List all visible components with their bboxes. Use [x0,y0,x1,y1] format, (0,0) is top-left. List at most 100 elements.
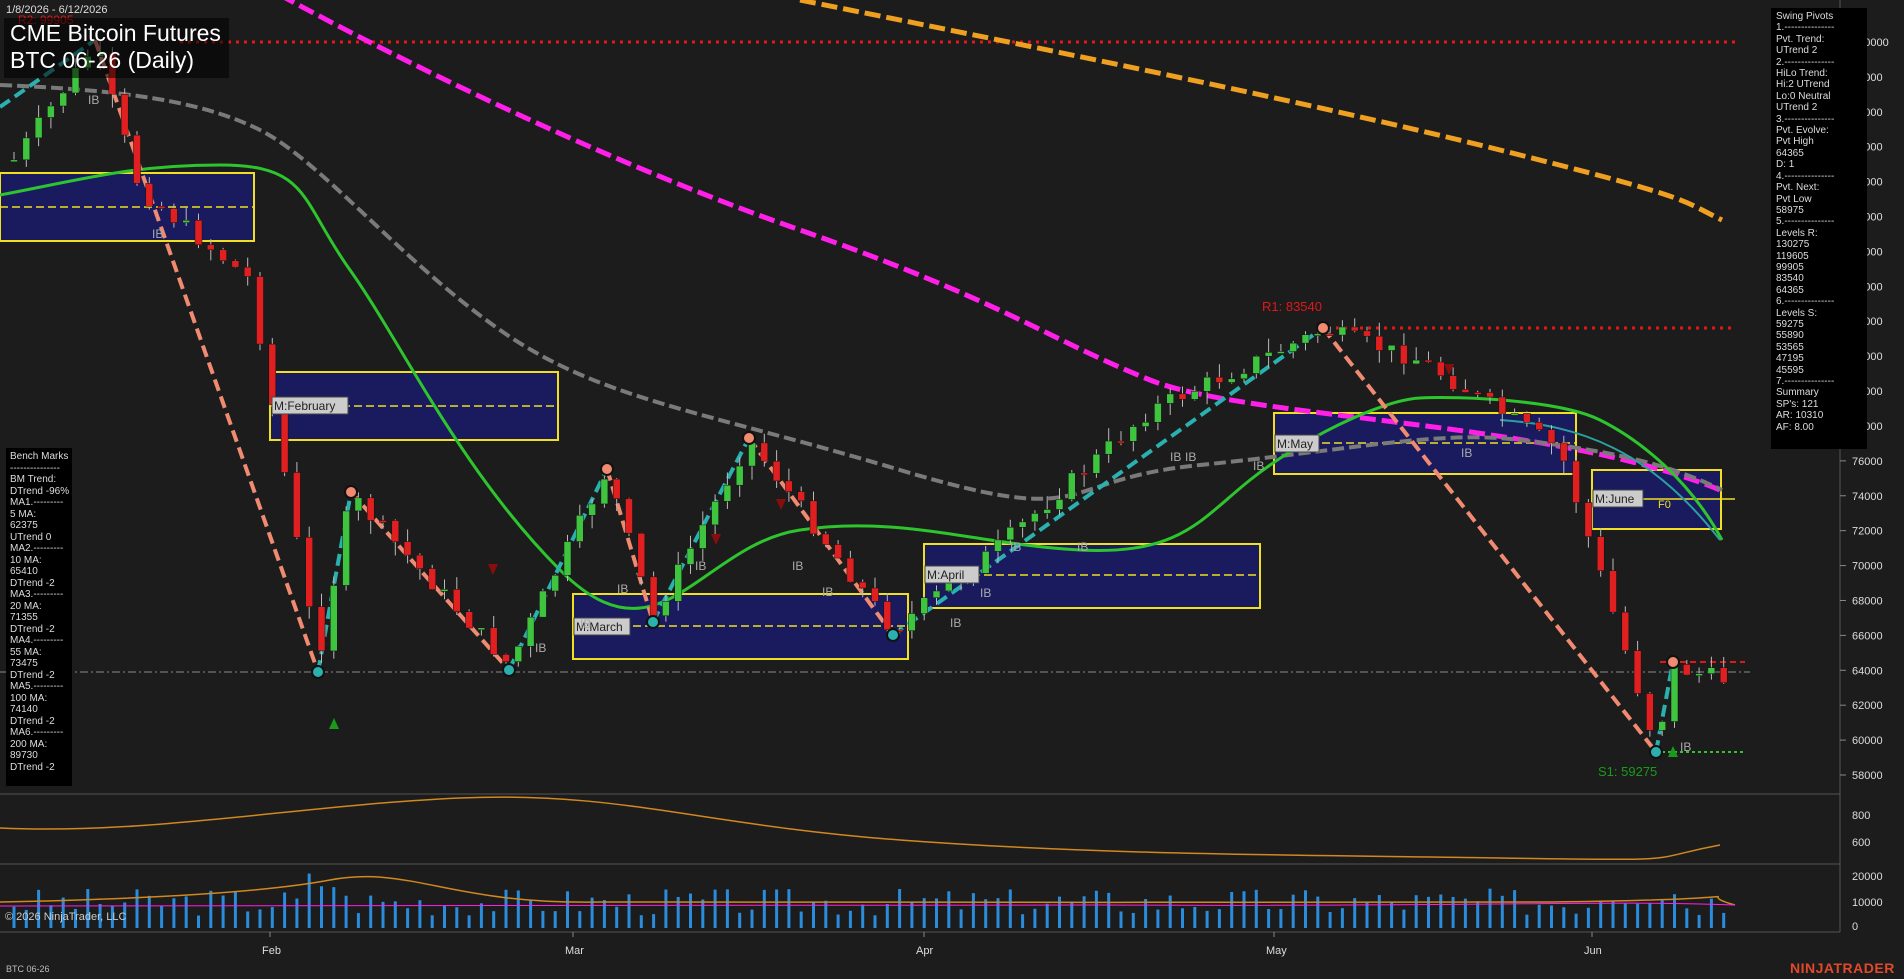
candle-body [1240,373,1248,380]
candle-body [1104,440,1113,455]
candle-body [1437,361,1445,376]
candle-body [403,541,412,556]
volume-bar [787,889,791,928]
swing-panel-line: 6.--------------- [1776,296,1835,308]
volume-bar [1525,914,1529,928]
volume-bar [1045,903,1049,928]
swing-panel-line: SP's: 121 [1776,398,1819,410]
swing-panel-line: HiLo Trend: [1776,68,1828,80]
candle-body [1572,460,1580,503]
pivot-high-marker [1316,321,1330,335]
bench-panel-line: 10 MA: [10,554,42,566]
pivot-high-marker [742,431,756,445]
candle-body [34,117,43,139]
swing-panel-line: Swing Pivots [1776,11,1834,22]
pivot-low-marker [502,663,516,677]
volume-bar [1328,912,1332,928]
volume-bar [775,889,779,928]
instrument-name: CME Bitcoin Futures [10,20,221,46]
bench-panel-line: 73475 [10,658,38,669]
candle-body [1646,693,1654,731]
price-tick-label: 68000 [1852,595,1883,607]
volume-bar [172,898,176,928]
volume-bar [320,886,323,928]
swing-panel-line: Levels S: [1776,307,1818,319]
candle-body [932,590,941,598]
volume-bar [443,905,446,928]
candle-body [1560,442,1568,462]
swing-panel-line: D: 1 [1776,159,1795,171]
candle-body [342,510,350,586]
volume-bar [1537,904,1541,928]
volume-bar [1291,894,1295,928]
volume-bar [1279,909,1283,928]
bench-panel-line: DTrend -2 [10,715,55,727]
volume-bar [1267,909,1271,928]
swing-panel-line: Pvt. Next: [1776,182,1820,194]
candle-body [686,548,695,565]
chart-title-box: CME Bitcoin Futures BTC 06-26 (Daily) [4,18,229,78]
volume-bar [160,905,164,928]
ib-label: IB [1077,540,1088,554]
volume-bar [233,891,237,928]
volume-bar [246,911,250,928]
candle-body [170,208,178,223]
volume-bar [1586,907,1590,928]
bench-panel-line: MA3.--------- [10,589,64,600]
candle-body [908,613,916,631]
candle-body [1523,413,1531,423]
candle-body [1018,521,1027,528]
volume-bar [135,889,139,928]
volume-bar [664,889,668,928]
swing-panel-line: 5.--------------- [1776,216,1835,228]
candle-body [231,260,240,268]
volume-bar [1550,905,1553,928]
swing-panel-line: Levels R: [1776,227,1818,239]
volume-bar [184,896,188,928]
swing-panel-line: Lo:0 Neutral [1776,90,1831,102]
time-tick-label: May [1266,945,1287,957]
volume-bar [1021,914,1025,928]
pivot-high-marker [1666,655,1680,669]
volume-bar [1094,890,1098,928]
candle-body [1449,375,1457,390]
swing-panel-line: 47195 [1776,353,1804,365]
volume-bar [1611,901,1615,928]
bench-marks-panel: Bench Marks --------------- BM Trend: DTren… [6,448,72,786]
candle-body [465,611,473,629]
box-label-april: M:April [927,568,964,582]
candle-body [243,266,252,277]
volume-bar [1599,900,1603,928]
symbol-label: BTC 06-26 [6,964,50,974]
candle-body [514,646,523,662]
volume-bar [1217,909,1221,928]
box-label-may: M:May [1277,437,1313,451]
time-tick-label: Apr [916,945,933,957]
candle-body [760,442,769,462]
candle-body [588,503,596,516]
volume-bar [1181,908,1184,928]
candle-body [120,93,129,136]
candle-body [1670,664,1679,722]
swing-panel-line: 59275 [1776,318,1804,330]
oscillator-tick-label: 800 [1852,810,1870,822]
volume-bar [1402,909,1406,928]
f0-label: F0 [1658,499,1671,511]
volume-bar [1193,906,1197,928]
candle-body [1178,393,1187,400]
volume-bar [652,914,656,928]
price-chart[interactable]: M:February M:March M:April M:May M:June … [0,0,1904,979]
candle-body [440,589,449,592]
ib-label: IB [792,559,803,573]
s1-label: S1: 59275 [1598,764,1657,779]
candle-body [366,497,375,521]
swing-panel-line: 130275 [1776,239,1810,251]
volume-bar [1168,895,1172,928]
candle-body [1191,391,1199,400]
swing-panel-line: Pvt. Evolve: [1776,125,1829,137]
volume-bar [799,911,803,928]
candle-body [1596,536,1605,571]
candle-body [797,491,805,502]
volume-bar [898,889,902,928]
swing-panel-line: 7.--------------- [1776,376,1835,387]
